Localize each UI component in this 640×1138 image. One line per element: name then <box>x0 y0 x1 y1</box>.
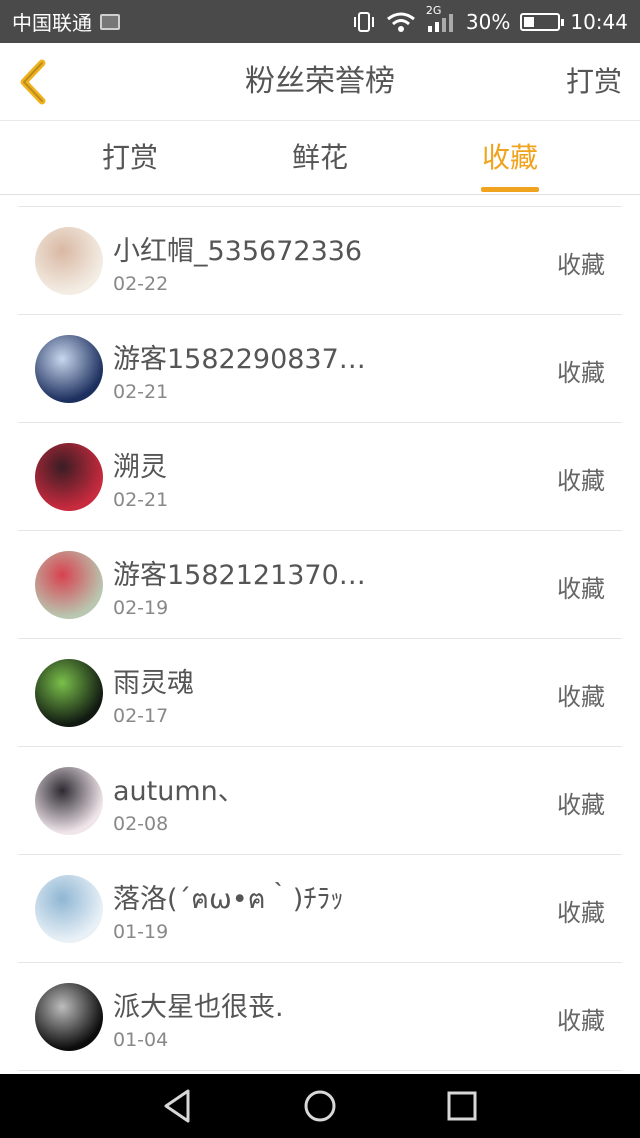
user-name: 溯灵 <box>113 452 167 483</box>
list-item[interactable]: 游客1582290837… 02-21 收藏 <box>18 315 622 423</box>
app-header: 粉丝荣誉榜 打赏 <box>0 43 640 121</box>
list-item[interactable]: 游客1582121370… 02-19 收藏 <box>18 531 622 639</box>
tab-flowers[interactable]: 鲜花 <box>250 121 390 195</box>
action-type: 收藏 <box>557 683 605 711</box>
avatar <box>35 983 103 1051</box>
action-type: 收藏 <box>557 575 605 603</box>
battery-icon <box>520 12 565 31</box>
avatar <box>35 767 103 835</box>
tab-favorites[interactable]: 收藏 <box>440 121 580 195</box>
date: 01-04 <box>113 1029 169 1051</box>
avatar <box>35 875 103 943</box>
nav-home-icon[interactable] <box>302 1088 338 1124</box>
user-name: 游客1582121370… <box>113 560 366 591</box>
action-type: 收藏 <box>557 1007 605 1035</box>
signal-icon <box>427 13 453 32</box>
active-tab-indicator <box>481 187 539 192</box>
wifi-icon <box>386 12 415 32</box>
user-name: 派大星也很丧. <box>113 992 284 1023</box>
avatar <box>35 551 103 619</box>
status-bar: 中国联通 2G 30% 10:44 <box>0 0 640 43</box>
carrier-group: 中国联通 <box>12 7 120 36</box>
status-right: 2G 30% 10:44 <box>352 4 628 34</box>
list-item[interactable]: 派大星也很丧. 01-04 收藏 <box>18 963 622 1071</box>
date: 02-21 <box>113 381 169 403</box>
user-name: 雨灵魂 <box>113 668 194 699</box>
nav-back-icon[interactable] <box>160 1088 196 1124</box>
list-item[interactable]: 小红帽_535672336 02-22 收藏 <box>18 207 622 315</box>
action-type: 收藏 <box>557 251 605 279</box>
avatar <box>35 659 103 727</box>
reward-button[interactable]: 打赏 <box>566 43 622 121</box>
list-item[interactable]: 溯灵 02-21 收藏 <box>18 423 622 531</box>
date: 02-17 <box>113 705 169 727</box>
avatar <box>35 335 103 403</box>
nav-recents-icon[interactable] <box>444 1088 480 1124</box>
user-name: 游客1582290837… <box>113 344 366 375</box>
avatar <box>35 443 103 511</box>
date: 02-21 <box>113 489 169 511</box>
avatar <box>35 227 103 295</box>
action-type: 收藏 <box>557 359 605 387</box>
user-name: autumn、 <box>113 776 245 807</box>
page-title: 粉丝荣誉榜 <box>245 64 395 99</box>
fan-list[interactable]: 小红帽_535672336 02-22 收藏 游客1582290837… 02-… <box>18 206 622 1074</box>
tab-label: 打赏 <box>101 141 158 174</box>
user-name: 落洛(´ฅω•ฅ｀)ﾁﾗｯ <box>113 884 344 915</box>
signal-group: 2G <box>426 4 456 34</box>
tab-bar: 打赏 鲜花 收藏 <box>0 121 640 195</box>
action-type: 收藏 <box>557 791 605 819</box>
vibrate-icon <box>353 11 374 32</box>
carrier-name: 中国联通 <box>12 11 92 35</box>
date: 02-19 <box>113 597 169 619</box>
image-notification-icon <box>100 13 120 30</box>
tab-reward[interactable]: 打赏 <box>60 121 200 195</box>
list-item[interactable]: 落洛(´ฅω•ฅ｀)ﾁﾗｯ 01-19 收藏 <box>18 855 622 963</box>
date: 02-08 <box>113 813 169 835</box>
date: 02-22 <box>113 273 169 295</box>
date: 01-19 <box>113 921 169 943</box>
clock: 10:44 <box>570 9 628 34</box>
system-nav-bar <box>0 1074 640 1138</box>
tab-label: 收藏 <box>481 141 538 174</box>
action-type: 收藏 <box>557 899 605 927</box>
list-item[interactable]: 雨灵魂 02-17 收藏 <box>18 639 622 747</box>
user-name: 小红帽_535672336 <box>113 236 363 267</box>
tab-label: 鲜花 <box>291 141 348 174</box>
action-type: 收藏 <box>557 467 605 495</box>
list-item[interactable]: autumn、 02-08 收藏 <box>18 747 622 855</box>
battery-percent: 30% <box>465 9 511 34</box>
